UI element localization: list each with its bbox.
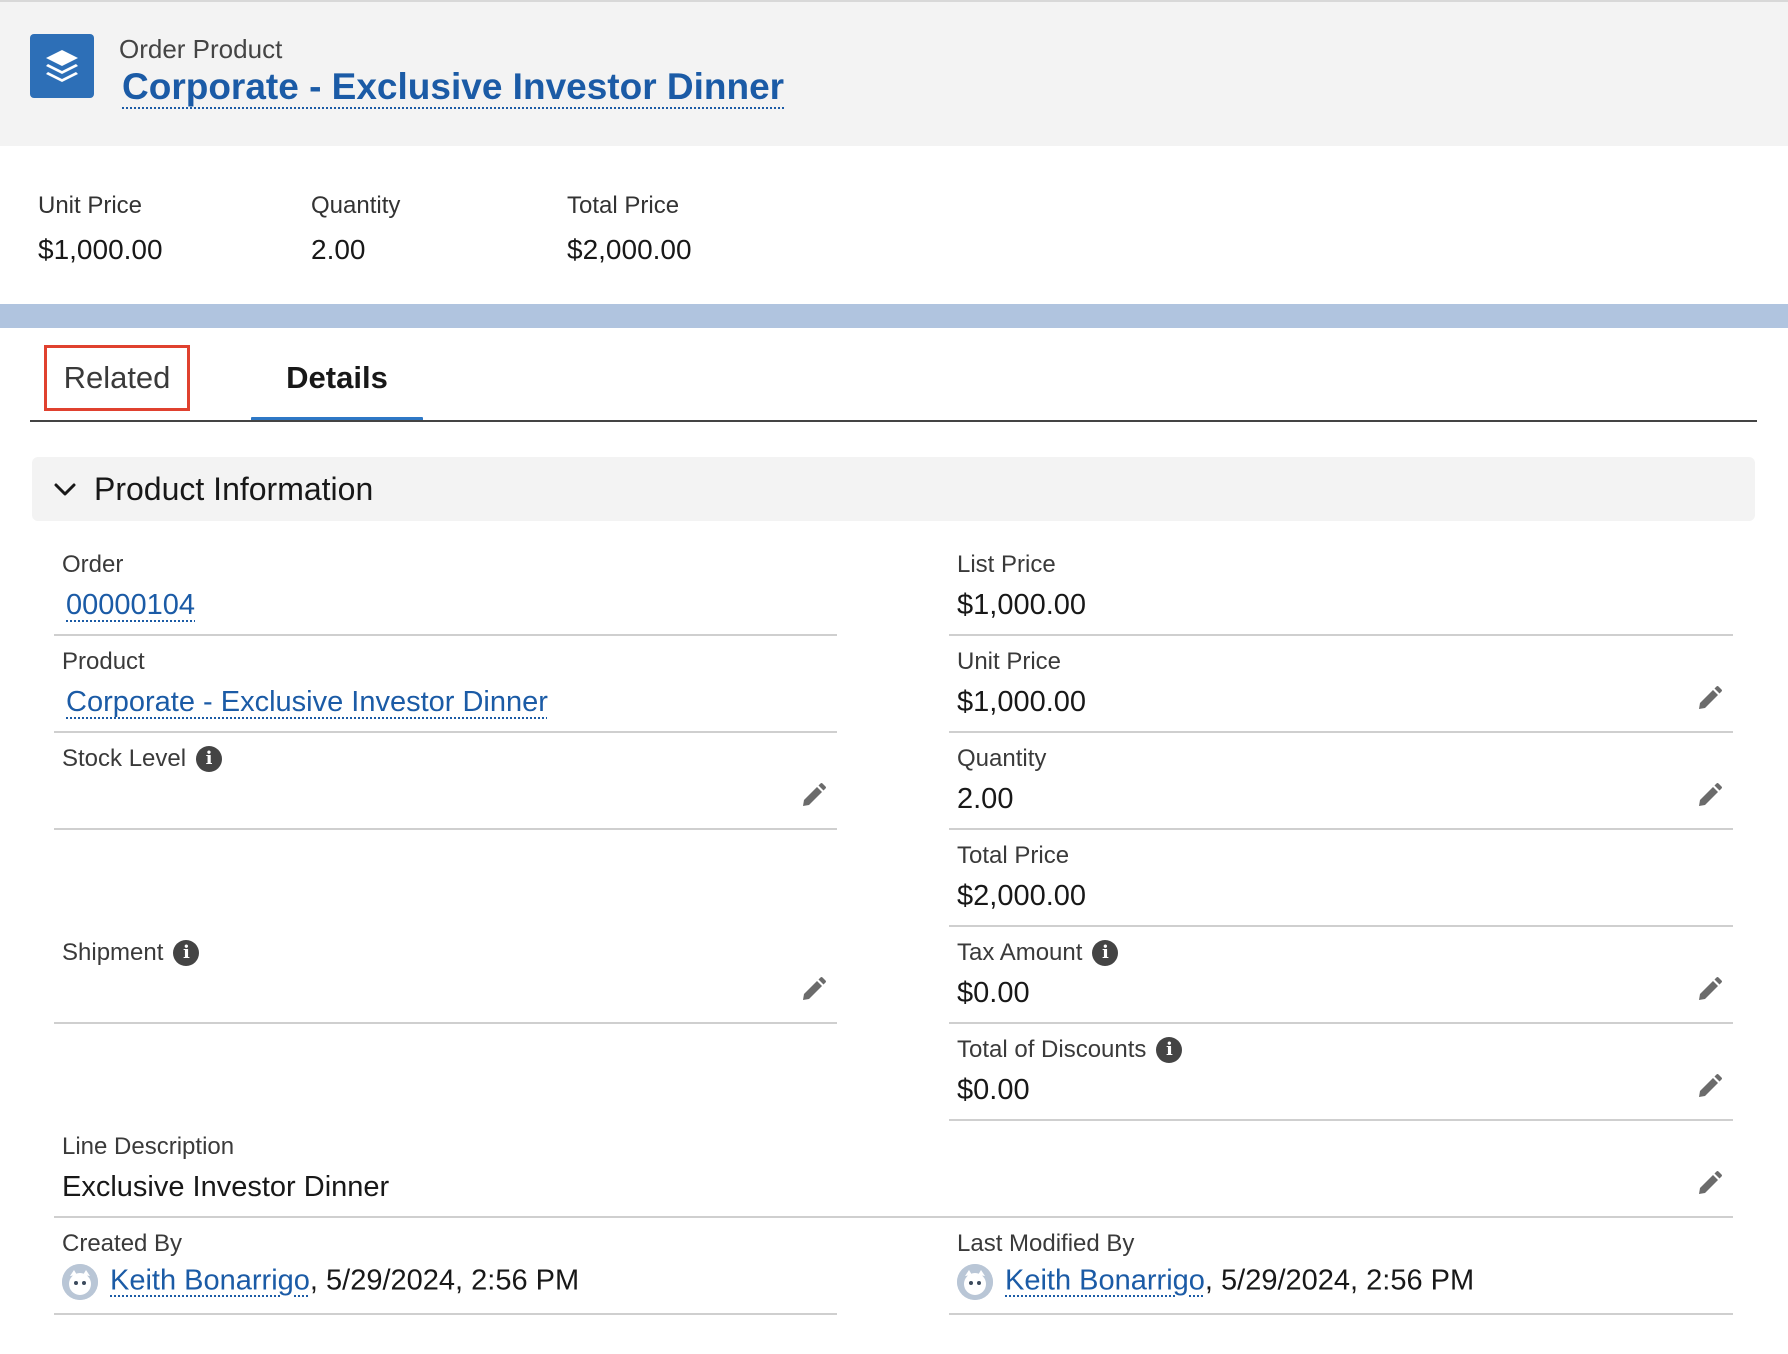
highlight-value: 2.00	[311, 234, 366, 265]
field-label: Total Price	[957, 842, 1070, 869]
field-label: Last Modified By	[957, 1230, 1135, 1257]
field-value: Exclusive Investor Dinner	[62, 1171, 390, 1203]
created-by-user-link[interactable]: Keith Bonarrigo	[110, 1265, 310, 1297]
field-value: 2.00	[957, 783, 1014, 815]
field-quantity: Quantity 2.00	[949, 745, 1733, 830]
field-value: $1,000.00	[957, 686, 1087, 718]
field-label: Unit Price	[957, 648, 1062, 675]
info-icon[interactable]: i	[173, 940, 200, 966]
page-background-band	[0, 304, 1788, 328]
highlight-value: $2,000.00	[567, 234, 692, 265]
highlight-label: Quantity	[311, 192, 401, 219]
field-label: Created By	[62, 1230, 183, 1257]
field-label: Product	[62, 648, 145, 675]
order-product-icon	[30, 34, 94, 98]
field-divider	[949, 1119, 1733, 1121]
field-divider	[949, 634, 1733, 636]
edit-pencil-icon[interactable]	[1695, 1170, 1723, 1198]
field-value: $2,000.00	[957, 880, 1087, 912]
edit-pencil-icon[interactable]	[1695, 782, 1723, 810]
edit-pencil-icon[interactable]	[1695, 685, 1723, 713]
field-label: Total of Discounts	[957, 1036, 1147, 1063]
edit-pencil-icon[interactable]	[1695, 1073, 1723, 1101]
field-order: Order 00000104	[54, 551, 837, 636]
field-label: Quantity	[957, 745, 1047, 772]
field-divider	[949, 1313, 1733, 1315]
field-tax-amount: Tax Amount i $0.00	[949, 939, 1733, 1024]
field-line-description: Line Description Exclusive Investor Dinn…	[54, 1133, 1733, 1218]
field-value: $0.00	[957, 977, 1030, 1009]
field-divider	[54, 828, 837, 830]
product-link[interactable]: Corporate - Exclusive Investor Dinner	[66, 686, 548, 718]
field-shipment: Shipment i	[54, 939, 837, 1024]
object-type-label: Order Product	[119, 34, 283, 64]
field-divider	[54, 1313, 837, 1315]
field-last-modified-by: Last Modified By Keith Bonarrigo, 5/29/2…	[949, 1230, 1733, 1315]
highlight-label: Unit Price	[38, 192, 143, 219]
highlight-label: Total Price	[567, 192, 680, 219]
field-value: $1,000.00	[957, 589, 1087, 621]
info-icon[interactable]: i	[196, 746, 223, 772]
field-divider	[54, 634, 837, 636]
field-label: Shipment	[62, 939, 164, 966]
field-product: Product Corporate - Exclusive Investor D…	[54, 648, 837, 733]
info-icon[interactable]: i	[1156, 1037, 1183, 1063]
field-total-of-discounts: Total of Discounts i $0.00	[949, 1036, 1733, 1121]
user-avatar[interactable]	[62, 1264, 98, 1300]
section-product-information[interactable]: Product Information	[32, 457, 1755, 521]
edit-pencil-icon[interactable]	[799, 976, 827, 1004]
highlights-panel: Unit Price $1,000.00 Quantity 2.00 Total…	[0, 146, 1788, 304]
tab-related[interactable]: Related	[44, 345, 190, 411]
created-date: , 5/29/2024, 2:56 PM	[309, 1264, 580, 1297]
section-title: Product Information	[94, 471, 374, 507]
field-created-by: Created By Keith Bonarrigo, 5/29/2024, 2…	[54, 1230, 837, 1315]
tab-bar-divider	[30, 420, 1757, 422]
field-divider	[54, 1216, 1733, 1218]
last-modified-date: , 5/29/2024, 2:56 PM	[1204, 1264, 1475, 1297]
field-stock-level: Stock Level i	[54, 745, 837, 830]
edit-pencil-icon[interactable]	[1695, 976, 1723, 1004]
highlight-total-price: Total Price $2,000.00	[567, 192, 692, 266]
field-label: List Price	[957, 551, 1056, 578]
record-header: Order Product Corporate - Exclusive Inve…	[0, 0, 1788, 148]
field-divider	[949, 731, 1733, 733]
field-value: $0.00	[957, 1074, 1030, 1106]
field-label: Tax Amount	[957, 939, 1083, 966]
record-title[interactable]: Corporate - Exclusive Investor Dinner	[122, 66, 784, 108]
chevron-down-icon[interactable]	[52, 477, 78, 508]
field-label: Order	[62, 551, 124, 578]
field-unit-price: Unit Price $1,000.00	[949, 648, 1733, 733]
tab-details[interactable]: Details	[251, 345, 423, 411]
highlight-quantity: Quantity 2.00	[311, 192, 400, 266]
field-divider	[54, 731, 837, 733]
edit-pencil-icon[interactable]	[799, 782, 827, 810]
field-divider	[54, 1022, 837, 1024]
field-divider	[949, 925, 1733, 927]
highlight-unit-price: Unit Price $1,000.00	[38, 192, 163, 266]
field-label: Stock Level	[62, 745, 187, 772]
field-total-price: Total Price $2,000.00	[949, 842, 1733, 927]
field-list-price: List Price $1,000.00	[949, 551, 1733, 636]
field-label: Line Description	[62, 1133, 235, 1160]
last-modified-user-link[interactable]: Keith Bonarrigo	[1005, 1265, 1205, 1297]
user-avatar[interactable]	[957, 1264, 993, 1300]
order-link[interactable]: 00000104	[66, 589, 195, 621]
field-divider	[949, 1022, 1733, 1024]
highlight-value: $1,000.00	[38, 234, 163, 265]
field-divider	[949, 828, 1733, 830]
info-icon[interactable]: i	[1092, 940, 1119, 966]
